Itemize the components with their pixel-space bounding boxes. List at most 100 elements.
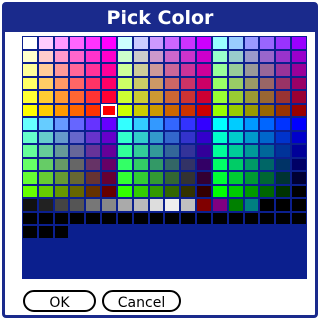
color-swatch[interactable]	[85, 117, 102, 131]
color-swatch[interactable]	[211, 36, 228, 50]
color-swatch[interactable]	[196, 36, 212, 50]
color-swatch[interactable]	[116, 76, 133, 90]
color-swatch[interactable]	[101, 49, 117, 63]
color-swatch[interactable]	[85, 103, 102, 117]
color-swatch[interactable]	[291, 90, 307, 104]
color-swatch[interactable]	[22, 117, 38, 131]
color-swatch[interactable]	[22, 130, 38, 144]
color-swatch[interactable]	[227, 103, 244, 117]
color-swatch[interactable]	[164, 117, 181, 131]
color-swatch[interactable]	[37, 157, 54, 171]
color-swatch[interactable]	[69, 130, 86, 144]
color-swatch[interactable]	[22, 211, 38, 225]
color-swatch[interactable]	[259, 198, 276, 212]
color-swatch[interactable]	[53, 63, 70, 77]
color-swatch[interactable]	[69, 36, 86, 50]
color-swatch[interactable]	[116, 117, 133, 131]
cancel-button[interactable]: Cancel	[102, 290, 181, 312]
color-swatch[interactable]	[196, 198, 212, 212]
color-swatch[interactable]	[101, 157, 117, 171]
color-swatch[interactable]	[180, 184, 197, 198]
color-swatch[interactable]	[259, 225, 276, 239]
color-swatch[interactable]	[243, 130, 260, 144]
color-swatch[interactable]	[148, 211, 165, 225]
color-swatch[interactable]	[85, 198, 102, 212]
color-swatch[interactable]	[148, 36, 165, 50]
color-swatch[interactable]	[164, 225, 181, 239]
color-swatch[interactable]	[69, 211, 86, 225]
color-swatch[interactable]	[243, 184, 260, 198]
color-swatch[interactable]	[37, 184, 54, 198]
color-swatch[interactable]	[243, 103, 260, 117]
color-swatch[interactable]	[211, 117, 228, 131]
color-swatch[interactable]	[116, 130, 133, 144]
color-swatch[interactable]	[211, 49, 228, 63]
color-swatch[interactable]	[275, 157, 292, 171]
color-swatch[interactable]	[148, 49, 165, 63]
color-swatch[interactable]	[275, 198, 292, 212]
color-swatch[interactable]	[291, 130, 307, 144]
color-swatch[interactable]	[148, 90, 165, 104]
color-swatch[interactable]	[275, 211, 292, 225]
color-swatch[interactable]	[116, 103, 133, 117]
color-swatch[interactable]	[196, 225, 212, 239]
color-swatch[interactable]	[164, 198, 181, 212]
color-swatch[interactable]	[85, 184, 102, 198]
color-swatch[interactable]	[132, 171, 149, 185]
color-swatch[interactable]	[211, 90, 228, 104]
color-swatch[interactable]	[227, 130, 244, 144]
color-swatch[interactable]	[37, 90, 54, 104]
color-swatch[interactable]	[37, 117, 54, 131]
color-swatch[interactable]	[227, 63, 244, 77]
color-swatch[interactable]	[85, 171, 102, 185]
color-swatch[interactable]	[37, 171, 54, 185]
color-swatch[interactable]	[180, 211, 197, 225]
color-swatch[interactable]	[227, 36, 244, 50]
color-swatch[interactable]	[196, 184, 212, 198]
color-swatch[interactable]	[259, 171, 276, 185]
color-swatch[interactable]	[259, 157, 276, 171]
color-swatch[interactable]	[259, 211, 276, 225]
color-swatch[interactable]	[196, 103, 212, 117]
color-swatch[interactable]	[85, 157, 102, 171]
color-swatch[interactable]	[37, 49, 54, 63]
color-swatch[interactable]	[85, 36, 102, 50]
color-swatch[interactable]	[243, 90, 260, 104]
color-swatch[interactable]	[227, 76, 244, 90]
color-swatch[interactable]	[164, 49, 181, 63]
color-swatch[interactable]	[227, 157, 244, 171]
color-swatch[interactable]	[69, 117, 86, 131]
color-swatch[interactable]	[227, 117, 244, 131]
color-swatch[interactable]	[275, 117, 292, 131]
color-swatch[interactable]	[37, 76, 54, 90]
color-swatch[interactable]	[180, 76, 197, 90]
color-swatch[interactable]	[53, 90, 70, 104]
color-swatch[interactable]	[116, 144, 133, 158]
color-swatch[interactable]	[69, 225, 86, 239]
color-swatch[interactable]	[211, 211, 228, 225]
color-swatch[interactable]	[227, 144, 244, 158]
color-swatch[interactable]	[180, 130, 197, 144]
color-swatch[interactable]	[196, 117, 212, 131]
color-swatch[interactable]	[53, 130, 70, 144]
color-swatch[interactable]	[69, 103, 86, 117]
color-swatch[interactable]	[227, 184, 244, 198]
color-swatch[interactable]	[69, 90, 86, 104]
color-swatch[interactable]	[196, 211, 212, 225]
color-swatch[interactable]	[196, 90, 212, 104]
color-swatch[interactable]	[259, 49, 276, 63]
color-swatch[interactable]	[211, 225, 228, 239]
color-swatch[interactable]	[180, 36, 197, 50]
color-swatch[interactable]	[116, 184, 133, 198]
color-swatch[interactable]	[132, 90, 149, 104]
color-swatch[interactable]	[180, 144, 197, 158]
color-swatch[interactable]	[69, 171, 86, 185]
color-swatch[interactable]	[148, 144, 165, 158]
color-swatch[interactable]	[22, 144, 38, 158]
color-swatch[interactable]	[53, 76, 70, 90]
color-swatch[interactable]	[53, 49, 70, 63]
color-swatch[interactable]	[259, 36, 276, 50]
color-swatch[interactable]	[37, 63, 54, 77]
color-swatch[interactable]	[243, 198, 260, 212]
color-swatch[interactable]	[22, 157, 38, 171]
